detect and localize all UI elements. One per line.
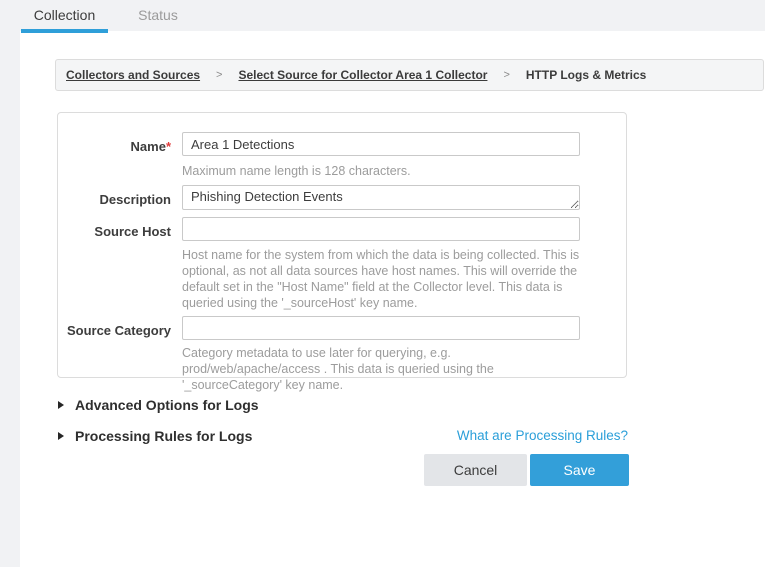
source-host-label: Source Host <box>58 224 171 239</box>
breadcrumb-separator: > <box>503 69 509 81</box>
processing-rules-label: Processing Rules for Logs <box>75 428 252 444</box>
name-label: Name* <box>58 139 171 154</box>
tab-collection[interactable]: Collection <box>21 0 108 31</box>
what-are-processing-rules-link[interactable]: What are Processing Rules? <box>457 428 628 443</box>
processing-rules-section-toggle[interactable]: Processing Rules for Logs <box>58 428 252 444</box>
breadcrumb: Collectors and Sources > Select Source f… <box>55 59 764 91</box>
description-textarea[interactable]: Phishing Detection Events <box>182 185 580 210</box>
required-asterisk: * <box>166 139 171 154</box>
source-category-input[interactable] <box>182 316 580 340</box>
source-config-card: Name* Maximum name length is 128 charact… <box>57 112 627 378</box>
description-label: Description <box>58 192 171 207</box>
caret-right-icon <box>58 432 64 440</box>
name-input[interactable] <box>182 132 580 156</box>
cancel-button[interactable]: Cancel <box>424 454 527 486</box>
tab-status[interactable]: Status <box>130 0 186 31</box>
name-label-text: Name <box>131 139 166 154</box>
source-category-label: Source Category <box>58 323 171 338</box>
breadcrumb-current-page: HTTP Logs & Metrics <box>526 68 646 82</box>
advanced-options-label: Advanced Options for Logs <box>75 397 259 413</box>
active-tab-indicator <box>21 29 108 33</box>
breadcrumb-collectors-and-sources[interactable]: Collectors and Sources <box>66 68 200 82</box>
breadcrumb-select-source[interactable]: Select Source for Collector Area 1 Colle… <box>238 68 487 82</box>
caret-right-icon <box>58 401 64 409</box>
source-category-help-text: Category metadata to use later for query… <box>182 345 588 393</box>
source-host-input[interactable] <box>182 217 580 241</box>
name-help-text: Maximum name length is 128 characters. <box>182 163 588 179</box>
save-button[interactable]: Save <box>530 454 629 486</box>
content-panel: Collectors and Sources > Select Source f… <box>20 31 765 567</box>
breadcrumb-separator: > <box>216 69 222 81</box>
source-host-help-text: Host name for the system from which the … <box>182 247 588 311</box>
advanced-options-section-toggle[interactable]: Advanced Options for Logs <box>58 397 259 413</box>
tab-bar: Collection Status <box>0 0 765 31</box>
